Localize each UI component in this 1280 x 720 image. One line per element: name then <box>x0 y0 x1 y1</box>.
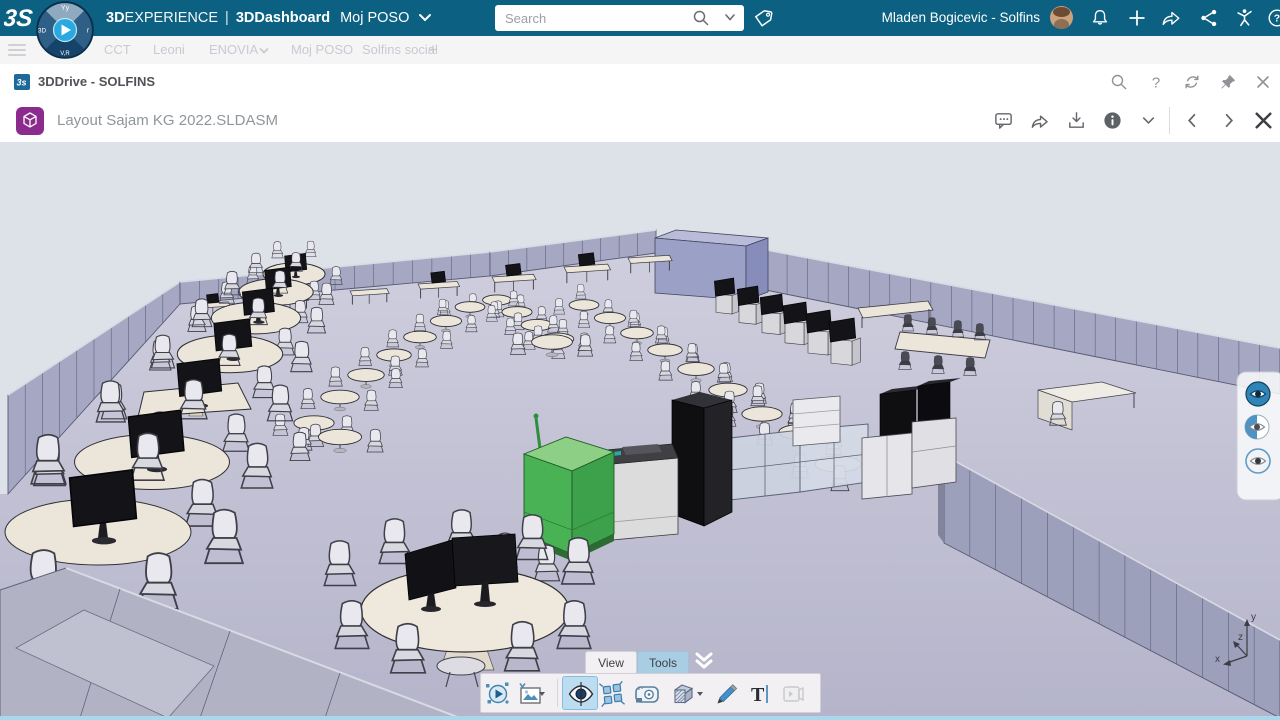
file-cube-icon <box>16 107 44 135</box>
help-circle-icon[interactable]: ? <box>1266 7 1280 29</box>
dashboard-tab-row: CCT Leoni ENOVIA Moj POSO Solfins social… <box>0 36 1280 65</box>
next-icon[interactable] <box>1218 110 1239 131</box>
tab-leoni[interactable]: Leoni <box>153 36 185 64</box>
tab-solfins-social[interactable]: Solfins social <box>362 36 438 64</box>
hide-show-button[interactable] <box>562 676 598 710</box>
section-dropdown-caret-icon[interactable] <box>697 692 703 696</box>
brand-experience: EXPERIENCE <box>125 10 218 26</box>
fit-all-icon[interactable] <box>599 681 625 707</box>
svg-text:?: ? <box>1274 14 1280 25</box>
svg-text:i': i' <box>87 28 90 35</box>
3ds-logo-icon[interactable]: 3S <box>4 2 38 32</box>
brand-title: 3DEXPERIENCE | 3DDashboard Moj POSO <box>106 0 432 36</box>
search-options-chevron-icon[interactable] <box>724 13 736 22</box>
eye-icon <box>567 680 595 708</box>
tab-moj-poso[interactable]: Moj POSO <box>291 36 353 64</box>
capture-dropdown-caret-icon[interactable] <box>539 692 545 696</box>
play-ambience-icon[interactable] <box>485 681 511 707</box>
markup-pencil-icon[interactable] <box>714 681 740 707</box>
3d-scene: yz x <box>0 142 1280 716</box>
search-icon[interactable] <box>692 9 710 27</box>
tab-enovia[interactable]: ENOVIA <box>209 36 258 64</box>
refresh-icon[interactable] <box>1183 73 1201 91</box>
add-tab-button[interactable]: + <box>428 36 438 64</box>
avatar[interactable] <box>1050 6 1073 29</box>
brand-3d: 3D <box>106 10 125 26</box>
share-icon[interactable] <box>1029 110 1050 131</box>
3dexperience-window: 3S Yy 3D i' V,R 3DEXPERIENCE|3DDashboard… <box>0 0 1280 720</box>
app-title-bar: 3s 3DDrive - SOLFINS ? <box>0 64 1280 100</box>
file-title-bar: Layout Sajam KG 2022.SLDASM <box>0 99 1280 142</box>
tag-icon[interactable] <box>752 7 774 29</box>
download-icon[interactable] <box>1066 110 1087 131</box>
brand-divider: | <box>225 10 229 26</box>
app-title: 3DDrive - SOLFINS <box>38 64 155 99</box>
top-bar: 3S Yy 3D i' V,R 3DEXPERIENCE|3DDashboard… <box>0 0 1280 36</box>
tab-enovia-chevron-icon[interactable] <box>258 47 270 55</box>
presentation-disabled-icon <box>780 681 806 707</box>
section-icon[interactable] <box>670 681 696 707</box>
toolbar-collapse-chevron-icon[interactable] <box>691 649 717 673</box>
toolbar-tab-view[interactable]: View <box>585 651 637 673</box>
svg-text:z: z <box>1238 632 1243 643</box>
svg-text:V,R: V,R <box>60 51 70 57</box>
3d-viewport[interactable]: yz x View Tools T <box>0 142 1280 716</box>
bottom-edge-strip <box>0 716 1280 720</box>
svg-text:3s: 3s <box>17 78 27 88</box>
viewer-toolbar: T <box>480 673 821 713</box>
toolbar-separator <box>557 679 558 707</box>
measure-icon[interactable] <box>634 681 660 707</box>
add-icon[interactable] <box>1126 7 1148 29</box>
notifications-bell-icon[interactable] <box>1089 7 1111 29</box>
file-name: Layout Sajam KG 2022.SLDASM <box>57 99 278 142</box>
pin-icon[interactable] <box>1219 73 1237 91</box>
user-name[interactable]: Mladen Bogicevic - Solfins <box>882 0 1040 36</box>
chevron-down-icon[interactable] <box>418 13 432 23</box>
svg-text:x: x <box>1215 654 1220 665</box>
app-search-icon[interactable] <box>1110 73 1128 91</box>
svg-text:?: ? <box>1152 75 1160 92</box>
share-forward-icon[interactable] <box>1160 7 1182 29</box>
app-name: 3DDashboard <box>236 10 330 26</box>
info-icon[interactable] <box>1102 110 1123 131</box>
divider <box>1169 107 1170 134</box>
menu-hamburger-icon[interactable] <box>8 44 26 56</box>
previous-icon[interactable] <box>1182 110 1203 131</box>
3ddrive-app-icon: 3s <box>14 74 30 90</box>
app-close-icon[interactable] <box>1254 73 1272 91</box>
text-annotation-icon[interactable]: T <box>747 681 773 707</box>
close-viewer-icon[interactable] <box>1252 109 1275 132</box>
toolbar-tab-tools[interactable]: Tools <box>637 651 689 673</box>
svg-text:3D: 3D <box>38 28 47 35</box>
search-box <box>495 5 744 31</box>
tab-cct[interactable]: CCT <box>104 36 131 64</box>
expand-chevron-icon[interactable] <box>1138 110 1159 131</box>
svg-text:T: T <box>751 684 765 706</box>
svg-text:3S: 3S <box>4 5 34 32</box>
dashboard-name[interactable]: Moj POSO <box>340 10 409 26</box>
communities-person-icon[interactable] <box>1234 7 1256 29</box>
3dcompass-icon[interactable]: Yy 3D i' V,R <box>36 1 94 59</box>
app-help-icon[interactable]: ? <box>1147 73 1165 91</box>
share-nodes-icon[interactable] <box>1198 7 1220 29</box>
svg-text:Yy: Yy <box>61 5 70 12</box>
svg-text:y: y <box>1251 612 1256 623</box>
comments-icon[interactable] <box>993 110 1014 131</box>
